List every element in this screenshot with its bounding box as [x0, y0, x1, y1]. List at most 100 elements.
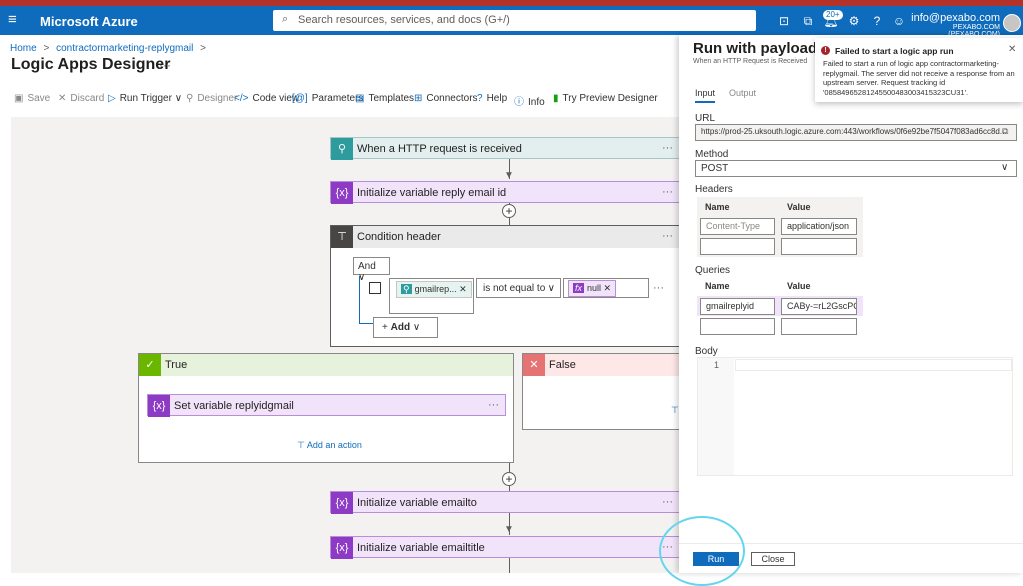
- card-more-button[interactable]: ···: [488, 399, 499, 411]
- designer-icon: ⚲: [186, 93, 194, 104]
- row-more-button[interactable]: ···: [653, 282, 664, 294]
- method-dropdown[interactable]: POST: [695, 160, 1017, 177]
- condition-operator-dropdown[interactable]: is not equal to ∨: [476, 278, 561, 298]
- designer-label: Designer: [197, 93, 238, 104]
- settings-icon[interactable]: ⚙: [846, 13, 862, 29]
- card-title: Initialize variable emailtitle: [357, 542, 485, 554]
- designer-button[interactable]: ⚲ Designer: [186, 93, 237, 104]
- card-more-button[interactable]: ···: [662, 496, 673, 508]
- templates-button[interactable]: ▤ Templates: [355, 93, 414, 104]
- insert-step-plus-icon[interactable]: +: [502, 472, 516, 486]
- save-button[interactable]: ▣ Save: [14, 93, 50, 104]
- info-icon: ⓘ: [514, 97, 524, 108]
- http-request-icon: ⚲: [331, 138, 353, 160]
- add-action-button[interactable]: ⊤ Add an action: [297, 440, 362, 451]
- search-placeholder: Search resources, services, and docs (G+…: [298, 14, 510, 26]
- close-icon: ✕: [58, 93, 67, 104]
- and-dropdown[interactable]: And ∨: [353, 257, 390, 283]
- variable-icon: {x}: [331, 182, 353, 204]
- header-name-input-empty[interactable]: [700, 238, 775, 255]
- templates-icon: ▤: [355, 93, 365, 104]
- init-emailtitle-card[interactable]: {x} Initialize variable emailtitle ···: [330, 536, 679, 559]
- notifications-badge: 20+: [823, 10, 843, 20]
- http-request-icon: ⚲: [401, 284, 412, 294]
- card-header: {x} Initialize variable emailtitle ···: [331, 537, 679, 559]
- tab-input[interactable]: Input: [695, 88, 716, 103]
- current-line: [735, 359, 1012, 371]
- info-label: Info: [528, 97, 545, 108]
- help-icon[interactable]: ?: [869, 13, 885, 29]
- card-more-button[interactable]: ···: [662, 142, 673, 154]
- breadcrumb: Home > contractormarketing-replygmail >: [10, 43, 210, 54]
- dynamic-token[interactable]: ⚲ gmailrep... ✕: [396, 281, 472, 298]
- set-variable-card[interactable]: {x} Set variable replyidgmail ···: [147, 394, 506, 417]
- connectors-button[interactable]: ⊞ Connectors: [414, 93, 478, 104]
- false-branch[interactable]: ✕ False ⊤: [522, 353, 679, 430]
- info-button[interactable]: ⓘ Info: [514, 93, 545, 108]
- header-value-input[interactable]: application/json: [781, 218, 857, 235]
- avatar[interactable]: [1003, 14, 1021, 32]
- init-reply-card[interactable]: {x} Initialize variable reply email id ·…: [330, 181, 679, 204]
- code-icon: </>: [234, 93, 249, 104]
- query-value-input-empty[interactable]: [781, 318, 857, 335]
- discard-button[interactable]: ✕ Discard: [58, 93, 104, 104]
- run-trigger-button[interactable]: ▷ Run Trigger ∨: [108, 93, 182, 104]
- help-icon: ?: [477, 93, 483, 104]
- cloud-shell-icon[interactable]: ⊡: [776, 13, 792, 29]
- url-field[interactable]: https://prod-25.uksouth.logic.azure.com:…: [695, 124, 1017, 141]
- header-value-input-empty[interactable]: [781, 238, 857, 255]
- true-branch[interactable]: ✓ True {x} Set variable replyidgmail ···…: [138, 353, 514, 463]
- close-button[interactable]: Close: [751, 552, 795, 566]
- card-more-button[interactable]: ···: [662, 186, 673, 198]
- card-title: Initialize variable emailto: [357, 497, 477, 509]
- header-name-input[interactable]: Content-Type: [700, 218, 775, 235]
- condition-row-checkbox[interactable]: [369, 282, 381, 294]
- notification-message: Failed to start a run of logic app contr…: [823, 59, 1015, 97]
- dismiss-icon[interactable]: ✕: [1008, 44, 1016, 55]
- expression-token[interactable]: fx null ✕: [568, 280, 617, 297]
- highlight-circle-annotation: [659, 516, 745, 586]
- error-notification: ! Failed to start a logic app run ✕ Fail…: [815, 38, 1023, 102]
- body-editor[interactable]: 1: [697, 357, 1013, 476]
- query-value-input[interactable]: CABy-=rL2GscPQ...: [781, 298, 857, 315]
- query-name-input[interactable]: gmailreplyid: [700, 298, 775, 315]
- breadcrumb-resource[interactable]: contractormarketing-replygmail: [56, 43, 193, 54]
- search-icon: ⌕: [282, 13, 289, 25]
- connectors-icon: ⊞: [414, 93, 423, 104]
- group-line: [359, 276, 360, 323]
- condition-card[interactable]: ⊤ Condition header ··· And ∨ ⚲ gmailrep..…: [330, 225, 679, 347]
- copy-icon[interactable]: ⧉: [1002, 126, 1008, 137]
- false-label: False: [549, 359, 576, 371]
- headers-label: Headers: [695, 184, 733, 195]
- bookmark-icon: ▮: [553, 93, 559, 104]
- panel-subtitle: When an HTTP Request is Received: [693, 58, 808, 65]
- headers-value-column: Value: [787, 202, 811, 212]
- queries-name-column: Name: [705, 281, 730, 291]
- menu-icon[interactable]: ≡: [8, 12, 17, 28]
- condition-left-operand[interactable]: ⚲ gmailrep... ✕: [389, 278, 474, 314]
- condition-icon: ⊤: [331, 226, 353, 248]
- http-trigger-card[interactable]: ⚲ When a HTTP request is received ···: [330, 137, 679, 160]
- panel-title: Run with payload: [693, 40, 818, 57]
- variable-icon: {x}: [148, 395, 170, 417]
- init-emailto-card[interactable]: {x} Initialize variable emailto ···: [330, 491, 679, 514]
- page-more-button[interactable]: ···: [159, 58, 171, 72]
- parameters-button[interactable]: [@] Parameters: [292, 93, 363, 104]
- add-action-icon[interactable]: ⊤: [671, 405, 679, 416]
- query-name-input-empty[interactable]: [700, 318, 775, 335]
- help-label: Help: [486, 93, 508, 104]
- card-more-button[interactable]: ···: [662, 230, 673, 242]
- directory-filter-icon[interactable]: ⧉: [800, 13, 816, 29]
- breadcrumb-home[interactable]: Home: [10, 43, 37, 54]
- code-view-button[interactable]: </> Code view: [234, 93, 299, 104]
- tab-output[interactable]: Output: [729, 88, 756, 98]
- insert-step-plus-icon[interactable]: +: [502, 204, 516, 218]
- azure-brand[interactable]: Microsoft Azure: [40, 14, 138, 29]
- global-search-input[interactable]: ⌕ Search resources, services, and docs (…: [273, 10, 756, 31]
- condition-right-operand[interactable]: fx null ✕: [563, 278, 649, 298]
- card-header: {x} Initialize variable emailto ···: [331, 492, 679, 514]
- help-button[interactable]: ? Help: [477, 93, 507, 104]
- plus-icon: +: [382, 322, 391, 333]
- try-preview-button[interactable]: ▮ Try Preview Designer: [553, 93, 658, 104]
- add-condition-button[interactable]: + Add ∨: [373, 317, 438, 338]
